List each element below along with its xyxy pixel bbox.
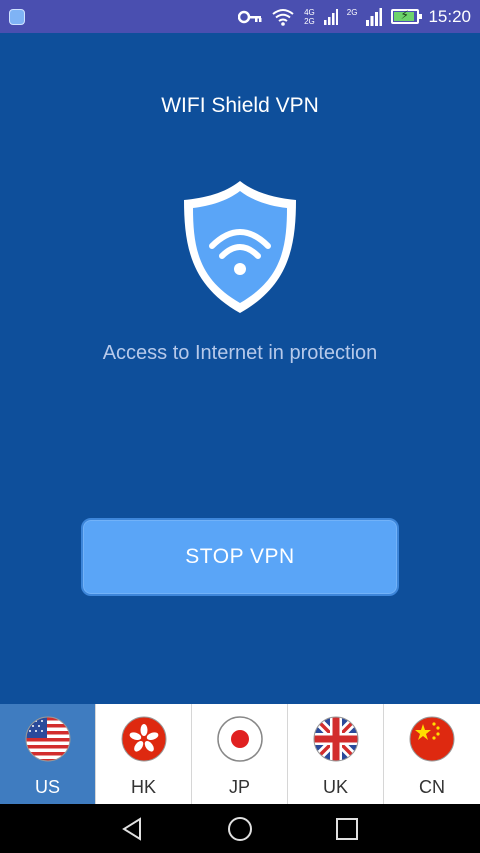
us-flag-icon	[25, 716, 70, 762]
country-label: HK	[130, 777, 156, 797]
cn-flag-icon	[409, 716, 455, 762]
shield-wifi-icon	[184, 181, 296, 313]
country-label: UK	[322, 777, 348, 797]
battery-icon: ⚡	[391, 8, 423, 24]
signal-icon	[366, 7, 383, 26]
app-notification-icon	[9, 9, 25, 25]
status-bar: 4G 2G 2G ⚡ 15:20	[0, 0, 480, 33]
jp-flag-icon	[216, 716, 263, 762]
country-label: US	[34, 777, 60, 797]
country-us[interactable]: US	[0, 704, 96, 804]
country-cn[interactable]: CN	[384, 704, 480, 804]
recents-icon[interactable]	[334, 816, 360, 842]
wifi-icon	[272, 8, 294, 26]
key-icon	[238, 10, 262, 23]
navigation-bar	[0, 804, 480, 853]
back-icon[interactable]	[120, 816, 146, 842]
app-title: WIFI Shield VPN	[161, 94, 319, 117]
status-icons: 4G 2G 2G ⚡ 15:20	[238, 0, 471, 33]
stop-vpn-button[interactable]: STOP VPN	[81, 518, 399, 596]
subtitle: Access to Internet in protection	[102, 342, 378, 364]
signal-icon	[323, 8, 338, 25]
country-jp[interactable]: JP	[192, 704, 288, 804]
country-label: JP	[228, 777, 250, 797]
home-icon[interactable]	[227, 816, 253, 842]
country-hk[interactable]: HK	[96, 704, 192, 804]
clock: 15:20	[428, 6, 471, 26]
uk-flag-icon	[313, 716, 358, 762]
network-type-label: 4G 2G	[304, 7, 315, 26]
country-selector: US HK JP UK CN	[0, 704, 480, 804]
hk-flag-icon	[121, 716, 166, 762]
country-uk[interactable]: UK	[288, 704, 384, 804]
network-2g-label: 2G	[346, 7, 358, 17]
country-label: CN	[419, 777, 445, 797]
